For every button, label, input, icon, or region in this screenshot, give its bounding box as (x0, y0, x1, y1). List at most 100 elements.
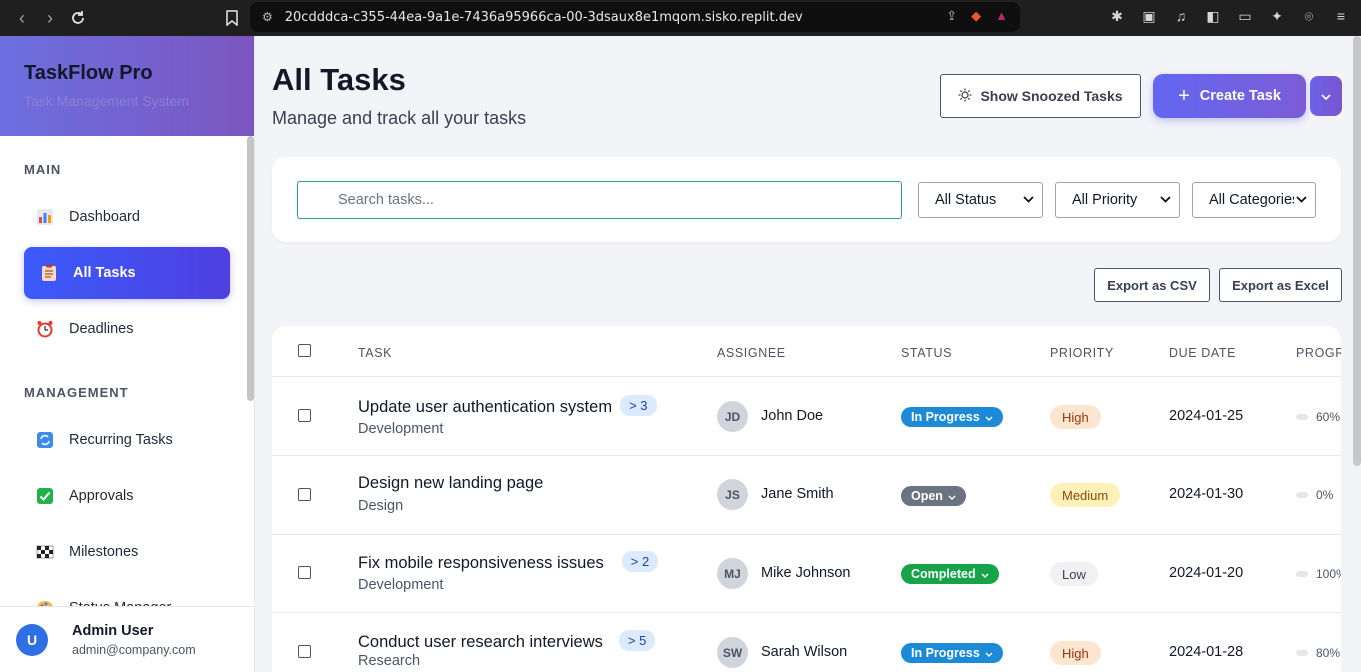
extensions-icon[interactable]: ✱ (1107, 6, 1127, 26)
address-bar[interactable]: ⚙ 20cdddca-c355-44ea-9a1e-7436a95966ca-0… (250, 2, 1020, 32)
leo-ai-icon[interactable]: ✦ (1267, 6, 1287, 26)
column-header-assignee[interactable]: ASSIGNEE (717, 346, 786, 360)
media-icon[interactable]: ♫ (1171, 6, 1191, 26)
category-filter-select[interactable]: All Categories (1192, 182, 1316, 218)
task-title-cell[interactable]: Update user authentication system > 3 (358, 395, 657, 417)
progress-value: 0% (1316, 488, 1334, 502)
clipboard-icon (40, 264, 58, 282)
reload-icon[interactable] (64, 4, 92, 32)
status-badge[interactable]: In Progress (901, 643, 1003, 663)
status-label: Completed (911, 567, 976, 581)
app-name: TaskFlow Pro (24, 62, 153, 84)
export-csv-button[interactable]: Export as CSV (1094, 268, 1210, 302)
page-scrollbar[interactable] (1353, 36, 1361, 466)
nav-heading-management: MANAGEMENT (24, 385, 129, 400)
priority-badge: Low (1050, 562, 1098, 586)
screenshot-icon[interactable]: ▣ (1139, 6, 1159, 26)
priority-filter-value: All Priority (1072, 192, 1138, 208)
user-profile[interactable]: U Admin User admin@company.com (0, 606, 254, 672)
subtask-count-badge[interactable]: > 3 (620, 395, 657, 416)
search-input[interactable]: Search tasks... (297, 181, 902, 219)
chevron-down-icon (1294, 192, 1307, 206)
sidebar-item-all-tasks[interactable]: All Tasks (24, 247, 230, 299)
task-title-cell[interactable]: Design new landing page (358, 474, 543, 493)
brave-shield-icon[interactable]: ◆ (971, 8, 981, 24)
column-header-task[interactable]: TASK (358, 346, 392, 360)
priority-filter-select[interactable]: All Priority (1055, 182, 1180, 218)
row-checkbox[interactable] (298, 645, 311, 658)
avatar: U (16, 623, 48, 656)
table-row[interactable]: Fix mobile responsiveness issues > 2 Deve… (272, 534, 1341, 613)
table-row[interactable]: Design new landing page Design JS Jane S… (272, 456, 1341, 535)
status-filter-select[interactable]: All Status (918, 182, 1043, 218)
status-badge[interactable]: Completed (901, 564, 999, 584)
vpn-icon[interactable]: ⌾ (1299, 6, 1319, 26)
status-label: In Progress (911, 410, 980, 424)
table-row[interactable]: Update user authentication system > 3 Dev… (272, 377, 1341, 456)
column-header-status[interactable]: STATUS (901, 346, 952, 360)
check-box-icon (36, 487, 54, 505)
progress-cell: 0% (1296, 488, 1333, 502)
progress-bar (1296, 650, 1308, 656)
status-badge[interactable]: In Progress (901, 407, 1003, 427)
task-title[interactable]: Update user authentication system (358, 398, 612, 416)
filter-panel: Search tasks... All Status All Priority … (272, 157, 1341, 242)
status-label: Open (911, 489, 943, 503)
row-checkbox[interactable] (298, 566, 311, 579)
brave-rewards-icon[interactable]: ▲ (995, 8, 1008, 24)
category-filter-value: All Categories (1209, 192, 1300, 208)
assignee-name: Jane Smith (761, 486, 834, 502)
bar-chart-icon (36, 208, 54, 226)
bookmark-icon[interactable] (218, 4, 246, 32)
due-date: 2024-01-30 (1169, 486, 1244, 502)
progress-cell: 80% (1296, 646, 1340, 660)
progress-bar (1296, 492, 1308, 498)
row-checkbox[interactable] (298, 488, 311, 501)
chevron-down-icon (1321, 89, 1331, 103)
row-checkbox[interactable] (298, 409, 311, 422)
column-header-progress[interactable]: PROGRESS (1296, 346, 1341, 360)
site-settings-icon[interactable]: ⚙ (262, 10, 273, 24)
nav-section-management: MANAGEMENT Recurring Tasks Approvals Mil… (0, 385, 254, 634)
chevron-down-icon (1023, 192, 1034, 206)
back-icon[interactable]: ‹ (8, 4, 36, 32)
column-header-due-date[interactable]: DUE DATE (1169, 346, 1236, 360)
sidebar-item-milestones[interactable]: Milestones (24, 526, 230, 578)
share-icon[interactable]: ⇪ (946, 8, 957, 24)
status-badge[interactable]: Open (901, 486, 966, 506)
subtask-count-badge[interactable]: > 2 (621, 551, 659, 572)
task-title[interactable]: Design new landing page (358, 474, 543, 492)
status-filter-value: All Status (935, 192, 997, 208)
assignee-avatar: SW (717, 637, 748, 668)
task-category: Design (358, 498, 404, 514)
browser-toolbar: ‹ › ⚙ 20cdddca-c355-44ea-9a1e-7436a95966… (0, 0, 1361, 36)
sidebar-item-approvals[interactable]: Approvals (24, 470, 230, 522)
sidebar-item-label: Deadlines (69, 321, 134, 337)
nav-heading-main: MAIN (24, 162, 62, 177)
progress-value: 80% (1316, 646, 1341, 660)
export-excel-button[interactable]: Export as Excel (1219, 268, 1342, 302)
task-title[interactable]: Fix mobile responsiveness issues (358, 554, 604, 572)
table-row[interactable]: Conduct user research interviews > 5 Rese… (272, 613, 1341, 672)
select-all-checkbox[interactable] (298, 344, 311, 357)
sidebar-item-label: All Tasks (73, 265, 136, 281)
show-snoozed-button[interactable]: Show Snoozed Tasks (940, 74, 1141, 118)
sidebar-item-dashboard[interactable]: Dashboard (24, 191, 230, 243)
task-title-cell[interactable]: Fix mobile responsiveness issues > 2 (358, 551, 659, 573)
wallet-icon[interactable]: ▭ (1235, 6, 1255, 26)
forward-icon[interactable]: › (36, 4, 64, 32)
column-header-priority[interactable]: PRIORITY (1050, 346, 1114, 360)
create-task-button[interactable]: + Create Task (1153, 74, 1306, 118)
user-email: admin@company.com (72, 642, 196, 657)
sidebar-toggle-icon[interactable]: ◧ (1203, 6, 1223, 26)
subtask-count-badge[interactable]: > 5 (618, 630, 656, 651)
sidebar-scrollbar[interactable] (247, 136, 254, 401)
create-options-dropdown[interactable] (1310, 76, 1342, 116)
task-title[interactable]: Conduct user research interviews (358, 633, 603, 651)
task-title-cell[interactable]: Conduct user research interviews > 5 (358, 630, 656, 652)
sidebar-item-recurring-tasks[interactable]: Recurring Tasks (24, 414, 230, 466)
menu-icon[interactable]: ≡ (1331, 6, 1351, 26)
due-date: 2024-01-20 (1169, 565, 1244, 581)
sidebar-item-deadlines[interactable]: Deadlines (24, 303, 230, 355)
progress-bar (1296, 571, 1308, 577)
